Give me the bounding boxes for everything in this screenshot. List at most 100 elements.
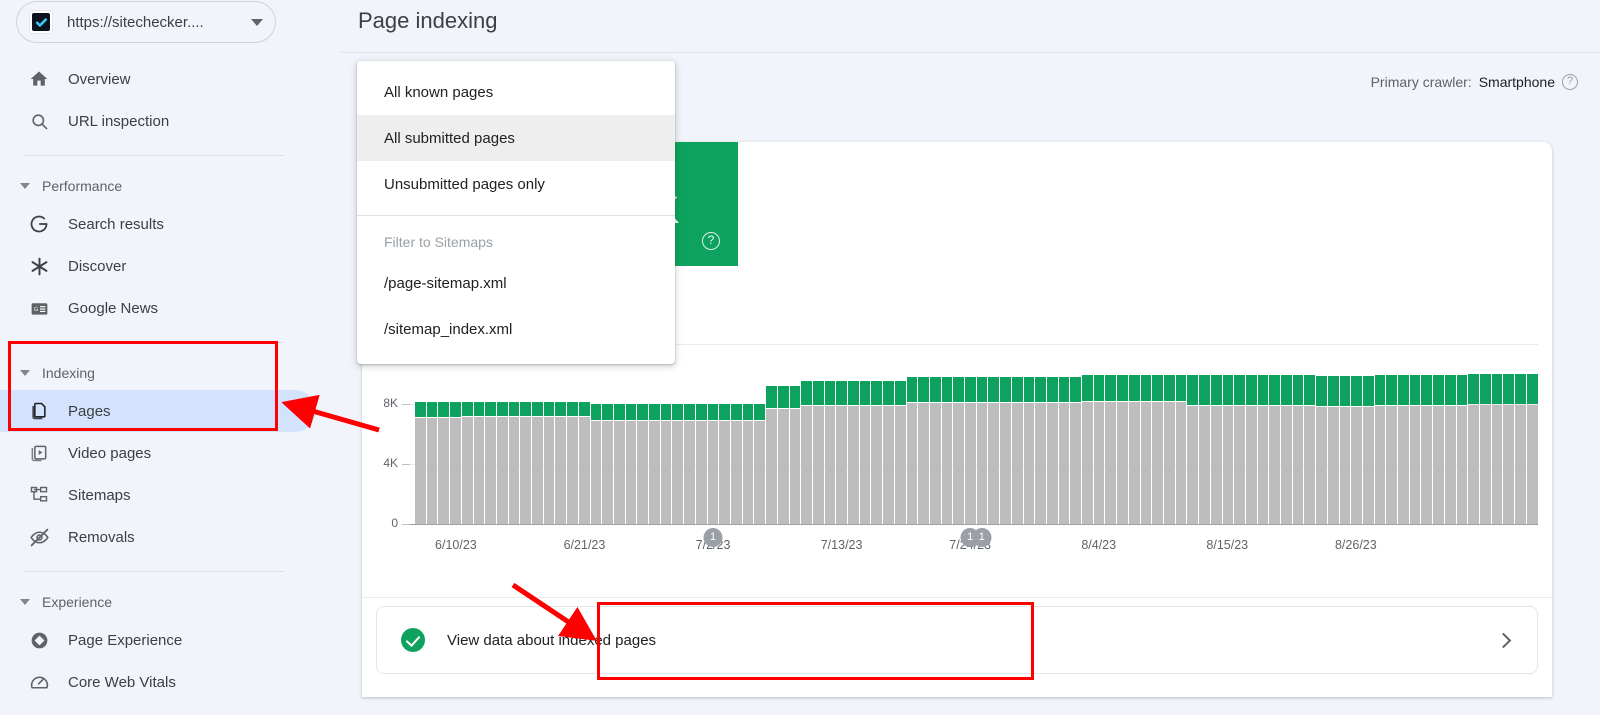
dropdown-item-sitemap-index[interactable]: /sitemap_index.xml (357, 306, 675, 352)
chart-bar[interactable] (695, 344, 707, 524)
chart-bar[interactable] (707, 344, 719, 524)
sidebar-item-pages[interactable]: Pages (0, 390, 316, 432)
sidebar-item-sitemaps[interactable]: Sitemaps (0, 474, 316, 516)
chart-bar[interactable] (766, 344, 777, 524)
sidebar-group-indexing[interactable]: Indexing (0, 356, 340, 390)
chart-bar[interactable] (1023, 344, 1035, 524)
chart-bar[interactable] (1093, 344, 1105, 524)
sidebar-item-page-experience[interactable]: Page Experience (0, 619, 316, 661)
chart-bar[interactable] (1444, 344, 1456, 524)
chart-bar[interactable] (719, 344, 730, 524)
chart-bar[interactable] (602, 344, 613, 524)
chart-bar[interactable] (1222, 344, 1234, 524)
sidebar-item-google-news[interactable]: G Google News (0, 287, 316, 329)
chart-bar[interactable] (1035, 344, 1046, 524)
chart-bar[interactable] (461, 344, 473, 524)
dropdown-item-unsubmitted-pages-only[interactable]: Unsubmitted pages only (357, 161, 675, 207)
sidebar-item-discover[interactable]: Discover (0, 245, 316, 287)
chart-bar[interactable] (801, 344, 812, 524)
chart-bar[interactable] (848, 344, 859, 524)
help-icon[interactable]: ? (1562, 74, 1578, 90)
sidebar-item-overview[interactable]: Overview (0, 58, 316, 100)
chart-bar[interactable] (1433, 344, 1444, 524)
chart-bar[interactable] (590, 344, 602, 524)
chart-bar[interactable] (789, 344, 801, 524)
chart-bar[interactable] (1128, 344, 1140, 524)
chart-bar[interactable] (1327, 344, 1339, 524)
chart-bar[interactable] (1187, 344, 1199, 524)
chart-bar[interactable] (1070, 344, 1082, 524)
chart-bar[interactable] (906, 344, 918, 524)
chart-bar[interactable] (1058, 344, 1070, 524)
chart-bar[interactable] (1456, 344, 1468, 524)
chart-bar[interactable] (742, 344, 754, 524)
chart-bar[interactable] (1117, 344, 1128, 524)
chart-bar[interactable] (1257, 344, 1269, 524)
chart-bar[interactable] (976, 344, 988, 524)
property-selector[interactable]: https://sitechecker.... (16, 1, 276, 43)
chart-bar[interactable] (730, 344, 742, 524)
chart-bar[interactable] (672, 344, 684, 524)
chevron-right-icon[interactable] (1495, 632, 1512, 648)
chart-bar[interactable] (1503, 344, 1515, 524)
chart-bar[interactable] (1011, 344, 1023, 524)
chart-bar[interactable] (555, 344, 567, 524)
chart-bar[interactable] (578, 344, 590, 524)
chart-bar[interactable] (1374, 344, 1386, 524)
chart-bar[interactable] (953, 344, 965, 524)
chart-bar[interactable] (450, 344, 461, 524)
chart-bar[interactable] (1468, 344, 1479, 524)
chart-bar[interactable] (1000, 344, 1011, 524)
chart-bar[interactable] (754, 344, 766, 524)
chart-bar[interactable] (415, 344, 426, 524)
chart-bar[interactable] (438, 344, 450, 524)
chart-bar[interactable] (1421, 344, 1433, 524)
chart-bar[interactable] (637, 344, 649, 524)
chart-bar[interactable] (1398, 344, 1409, 524)
chart-bar[interactable] (1526, 344, 1538, 524)
chart-bar[interactable] (918, 344, 929, 524)
chart-bar[interactable] (613, 344, 625, 524)
dropdown-item-page-sitemap[interactable]: /page-sitemap.xml (357, 260, 675, 306)
chart-bar[interactable] (894, 344, 906, 524)
chart-bar[interactable] (1199, 344, 1210, 524)
chart-bar[interactable] (1339, 344, 1351, 524)
sidebar-group-experience[interactable]: Experience (0, 585, 340, 619)
chart-bar[interactable] (508, 344, 520, 524)
chart-bar[interactable] (649, 344, 660, 524)
chart-bar[interactable] (859, 344, 871, 524)
chart-bar[interactable] (1491, 344, 1503, 524)
chart-bar[interactable] (684, 344, 695, 524)
chart-bar[interactable] (1304, 344, 1316, 524)
chart-bar[interactable] (1210, 344, 1222, 524)
chart-bar[interactable] (473, 344, 485, 524)
chart-bar[interactable] (1316, 344, 1327, 524)
chart-bar[interactable] (625, 344, 637, 524)
chart-bar[interactable] (941, 344, 953, 524)
chart-bar[interactable] (965, 344, 976, 524)
sidebar-item-url-inspection[interactable]: URL inspection (0, 100, 316, 142)
sidebar-item-core-web-vitals[interactable]: Core Web Vitals (0, 661, 316, 703)
chart-bar[interactable] (812, 344, 824, 524)
chart-bar[interactable] (883, 344, 894, 524)
chart-plot-area[interactable] (415, 344, 1538, 524)
chart-bar[interactable] (1479, 344, 1491, 524)
chart-bar[interactable] (1281, 344, 1292, 524)
chart-bar[interactable] (836, 344, 848, 524)
chart-bar[interactable] (777, 344, 789, 524)
chart-bar[interactable] (1269, 344, 1281, 524)
chart-bar[interactable] (1175, 344, 1187, 524)
sidebar-item-search-results[interactable]: Search results (0, 203, 316, 245)
chart-bar[interactable] (660, 344, 672, 524)
chart-bar[interactable] (532, 344, 543, 524)
chart-bar[interactable] (1515, 344, 1526, 524)
chart-bar[interactable] (1409, 344, 1421, 524)
sidebar-group-performance[interactable]: Performance (0, 169, 340, 203)
chart-bar[interactable] (1082, 344, 1093, 524)
chart-bar[interactable] (1164, 344, 1175, 524)
chart-bar[interactable] (426, 344, 438, 524)
chart-bar[interactable] (1386, 344, 1398, 524)
chart-annotation-marker[interactable]: 1 (972, 528, 992, 547)
chart-bar[interactable] (1292, 344, 1304, 524)
chart-bar[interactable] (496, 344, 508, 524)
